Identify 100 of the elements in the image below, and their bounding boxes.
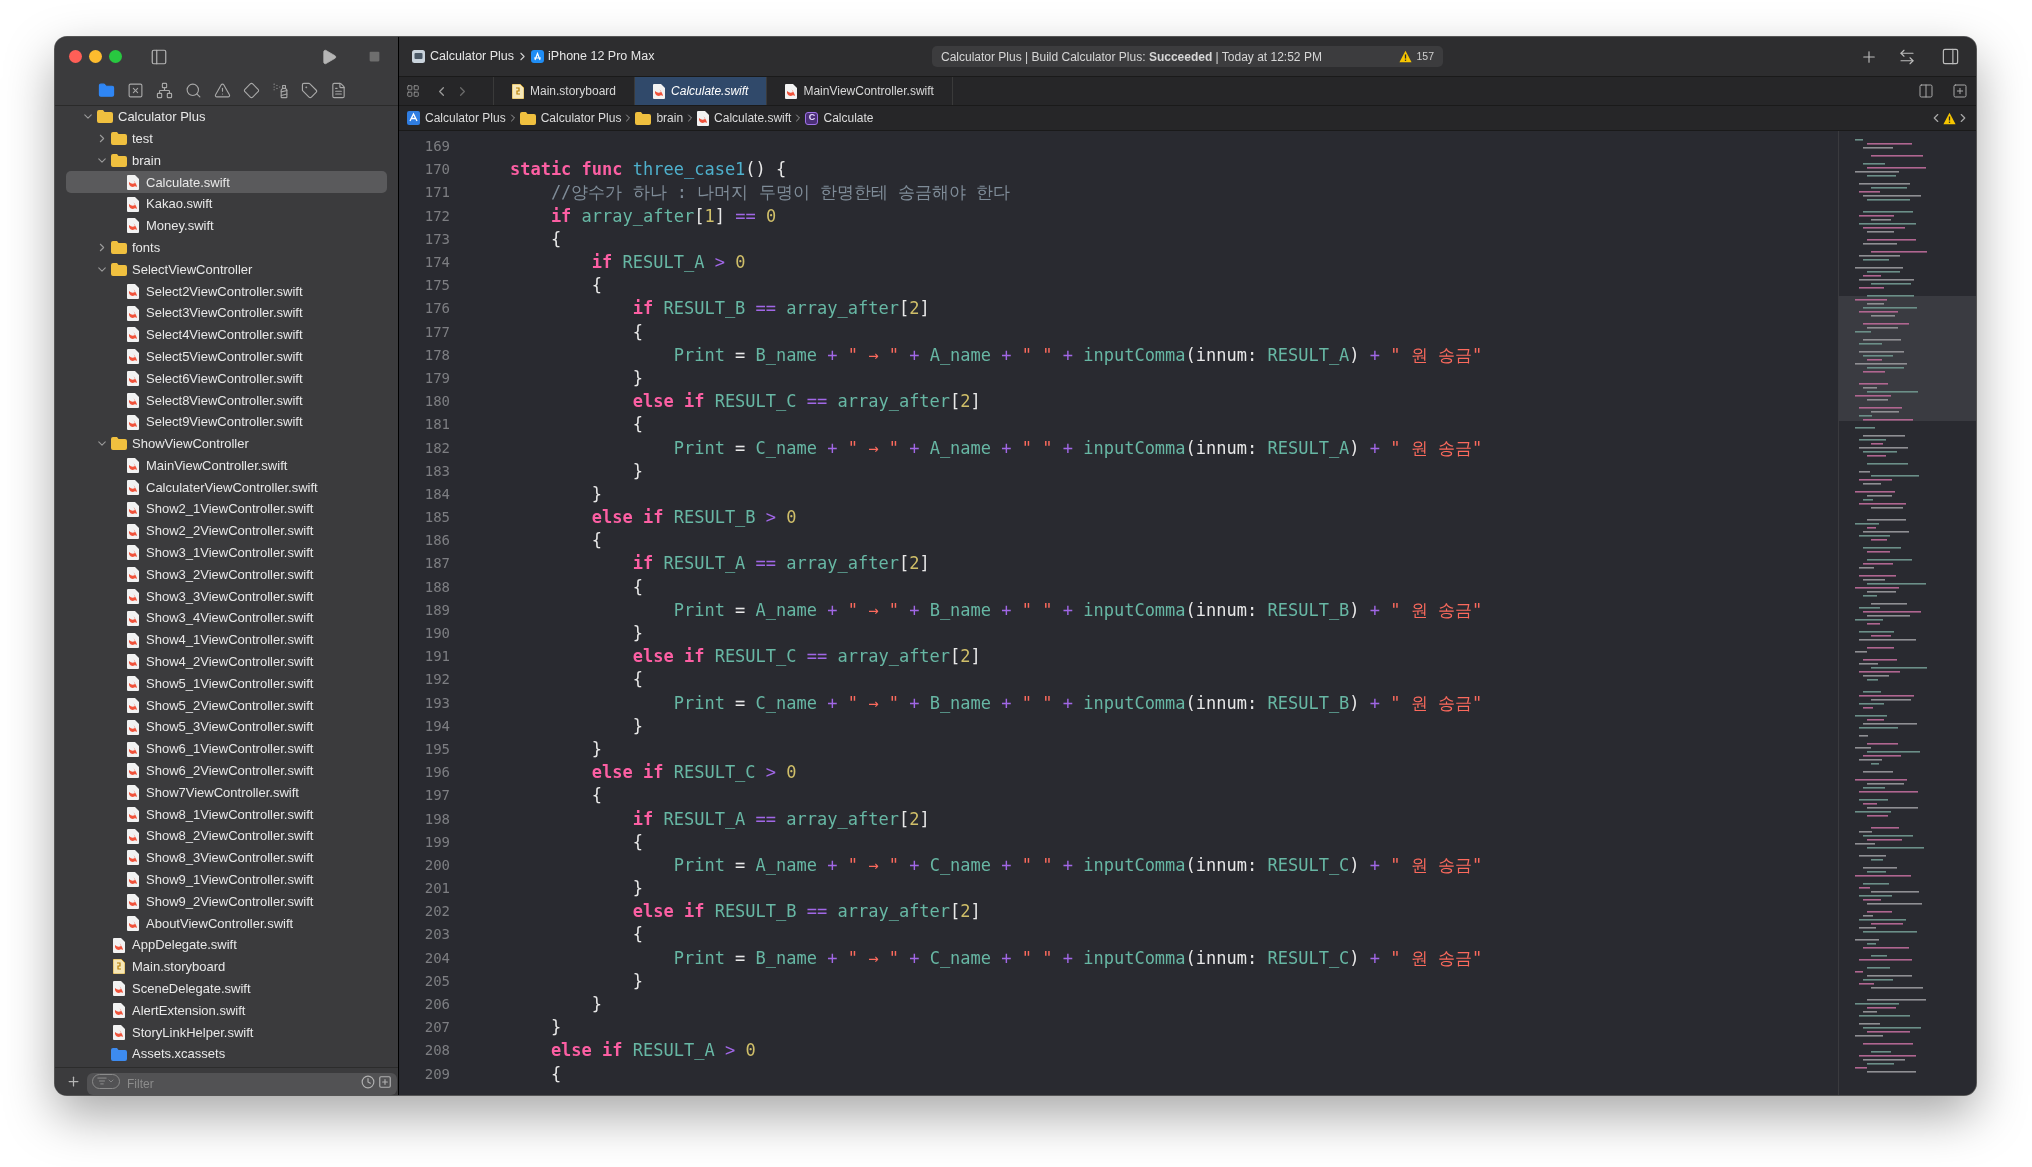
tree-item[interactable]: Select2ViewController.swift [66, 280, 387, 303]
line-number: 196 [423, 763, 450, 783]
tree-item[interactable]: Select8ViewController.swift [66, 389, 387, 412]
tree-item[interactable]: Calculator Plus [66, 106, 387, 128]
jump-bar-item[interactable]: brain [635, 109, 684, 127]
tree-item[interactable]: Select4ViewController.swift [66, 323, 387, 346]
tree-item[interactable]: Select3ViewController.swift [66, 302, 387, 324]
tree-item[interactable]: AboutViewController.swift [66, 912, 387, 935]
code-line: } [549, 1016, 562, 1040]
tree-item[interactable]: Show4_2ViewController.swift [66, 650, 387, 673]
swift-file-icon [127, 218, 139, 234]
tree-item[interactable]: Show5_3ViewController.swift [66, 716, 387, 739]
tree-item[interactable]: Show2_1ViewController.swift [66, 498, 387, 521]
tree-item[interactable]: ShowViewController [66, 432, 387, 455]
line-number: 177 [423, 322, 450, 342]
line-number: 172 [423, 206, 450, 226]
tree-item[interactable]: AppDelegate.swift [66, 934, 387, 957]
tree-item[interactable]: Show9_1ViewController.swift [66, 868, 387, 891]
diamond-icon[interactable] [243, 82, 260, 99]
tree-item[interactable]: Show2_2ViewController.swift [66, 520, 387, 542]
source-control-filter-icon[interactable] [378, 1074, 392, 1089]
tree-item[interactable]: Show6_1ViewController.swift [66, 738, 387, 760]
tree-item[interactable]: MainViewController.swift [66, 454, 387, 477]
minimize-window-button[interactable] [89, 50, 102, 63]
tree-item[interactable]: Show3_2ViewController.swift [66, 563, 387, 586]
tree-item[interactable]: brain [66, 149, 387, 172]
jump-bar-item[interactable]: Calculator Plus [519, 109, 622, 127]
folder-icon [111, 241, 127, 255]
destination-button[interactable]: iPhone 12 Pro Max [531, 47, 655, 66]
tree-item[interactable]: Show8_2ViewController.swift [66, 825, 387, 848]
swap-arrows-icon[interactable] [1898, 47, 1916, 66]
tree-item[interactable]: Show7ViewController.swift [66, 781, 387, 804]
tree-item[interactable]: Show9_2ViewController.swift [66, 890, 387, 913]
inspector-toggle-icon[interactable] [1941, 47, 1960, 66]
swift-file-icon [785, 83, 798, 99]
document-icon[interactable] [330, 82, 347, 99]
tree-item[interactable]: Show4_1ViewController.swift [66, 629, 387, 651]
tree-item[interactable]: Kakao.swift [66, 193, 387, 215]
filter-field[interactable]: Filter [87, 1072, 397, 1095]
tree-item[interactable]: StoryLinkHelper.swift [66, 1021, 387, 1044]
tree-item[interactable]: SelectViewController [66, 258, 387, 281]
swift-file-icon [697, 110, 710, 126]
tree-item[interactable]: AlertExtension.swift [66, 999, 387, 1022]
tree-item[interactable]: Show3_1ViewController.swift [66, 541, 387, 564]
tree-item[interactable]: Assets.xcassets [66, 1043, 387, 1066]
tree-item[interactable]: CalculaterViewController.swift [66, 476, 387, 499]
run-icon[interactable] [320, 47, 338, 66]
add-editor-icon[interactable] [1952, 83, 1968, 99]
add-icon[interactable] [66, 1074, 81, 1089]
code-line: } [590, 737, 603, 761]
code-line: { [590, 784, 603, 808]
scheme-button[interactable]: Calculator Plus [412, 47, 515, 66]
hierarchy-icon[interactable] [156, 82, 173, 99]
editor-tab[interactable]: MainViewController.swift [767, 77, 953, 105]
line-number: 197 [423, 786, 450, 806]
tree-item[interactable]: Show8_3ViewController.swift [66, 847, 387, 869]
line-number: 192 [423, 670, 450, 690]
code-line: Print = B_name + " → " + A_name + " " + inputComma(innum: RESULT_A) + " 원 송금" [672, 343, 1483, 367]
tree-item[interactable]: Show5_1ViewController.swift [66, 672, 387, 695]
tree-item[interactable]: Show8_1ViewController.swift [66, 803, 387, 826]
tree-item[interactable]: Select9ViewController.swift [66, 411, 387, 433]
tree-item[interactable]: Calculate.swift [66, 171, 387, 194]
jump-bar-item[interactable]: Calculate.swift [697, 109, 792, 127]
sidebar-toggle-icon[interactable] [150, 47, 168, 66]
code-line: { [590, 274, 603, 298]
tree-item[interactable]: Show5_2ViewController.swift [66, 694, 387, 717]
tree-item[interactable]: test [66, 127, 387, 150]
recent-files-icon[interactable] [361, 1074, 375, 1089]
tree-item[interactable]: Money.swift [66, 215, 387, 237]
x-square-icon[interactable] [127, 82, 144, 99]
tree-item[interactable]: Select6ViewController.swift [66, 367, 387, 390]
tree-item[interactable]: Show6_2ViewController.swift [66, 759, 387, 782]
warning-icon[interactable] [214, 82, 231, 99]
swift-file-icon [127, 610, 139, 626]
tree-item[interactable]: Show3_4ViewController.swift [66, 607, 387, 630]
editor-options-icon[interactable] [1918, 83, 1934, 99]
code-line: { [631, 923, 643, 947]
code-line: else if RESULT_C > 0 [590, 761, 797, 785]
tree-item[interactable]: fonts [66, 236, 387, 259]
swift-file-icon [653, 83, 666, 99]
line-number: 207 [423, 1018, 450, 1038]
swift-file-icon [127, 414, 139, 430]
line-number: 171 [423, 183, 450, 203]
jump-bar-item[interactable]: C Calculate [805, 109, 874, 127]
tag-icon[interactable] [301, 82, 318, 99]
search-icon[interactable] [185, 82, 202, 99]
editor-tab[interactable]: Calculate.swift [635, 77, 768, 105]
code-line: Print = C_name + " → " + B_name + " " + inputComma(innum: RESULT_B) + " 원 송금" [672, 691, 1483, 715]
jump-bar-item[interactable]: Calculator Plus [407, 109, 506, 127]
tree-item[interactable]: Select5ViewController.swift [66, 345, 387, 368]
code-line: Print = A_name + " → " + C_name + " " + inputComma(innum: RESULT_C) + " 원 송금" [672, 853, 1483, 877]
grid-icon[interactable] [406, 84, 420, 98]
tree-item[interactable]: SceneDelegate.swift [66, 977, 387, 1000]
spray-can-icon[interactable] [272, 82, 289, 99]
tree-item[interactable]: Show3_3ViewController.swift [66, 585, 387, 608]
folder-icon[interactable] [98, 82, 115, 99]
close-window-button[interactable] [69, 50, 82, 63]
tree-item[interactable]: Main.storyboard [66, 956, 387, 978]
zoom-window-button[interactable] [109, 50, 122, 63]
app-icon [412, 50, 425, 63]
